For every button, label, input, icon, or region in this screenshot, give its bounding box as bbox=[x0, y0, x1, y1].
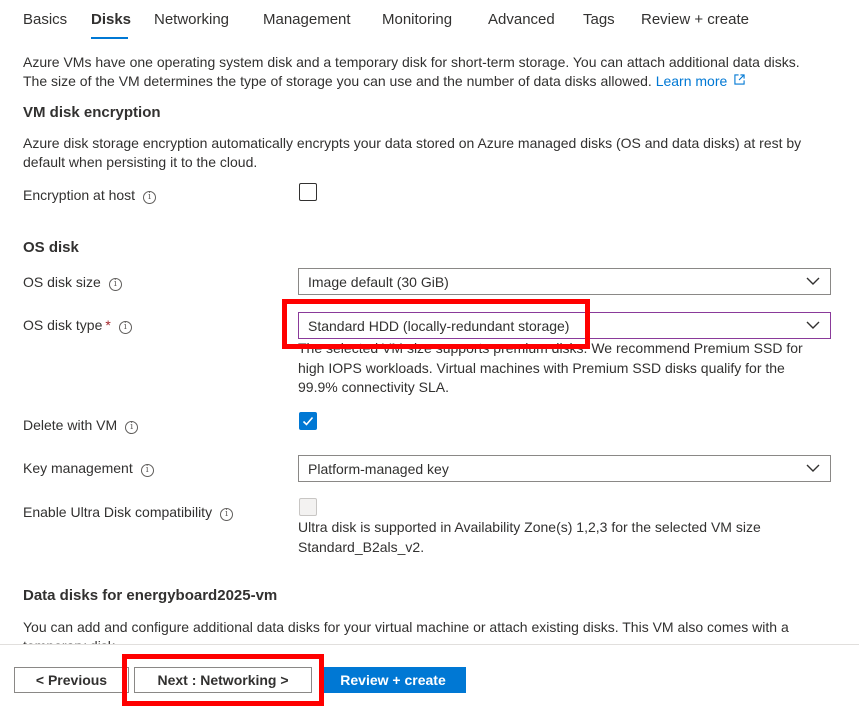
os-disk-size-dropdown[interactable]: Image default (30 GiB) bbox=[298, 268, 831, 295]
tab-advanced[interactable]: Advanced bbox=[488, 11, 555, 28]
data-disks-description-clip: You can add and configure additional dat… bbox=[23, 618, 833, 644]
tab-review-create[interactable]: Review + create bbox=[641, 11, 749, 28]
previous-button[interactable]: < Previous bbox=[14, 667, 129, 693]
os-disk-size-value: Image default (30 GiB) bbox=[308, 274, 449, 290]
delete-with-vm-checkbox[interactable] bbox=[299, 412, 317, 430]
learn-more-label: Learn more bbox=[655, 73, 728, 89]
intro-paragraph: Azure VMs have one operating system disk… bbox=[23, 53, 823, 91]
footer-divider bbox=[0, 644, 859, 645]
ultra-disk-helper: Ultra disk is supported in Availability … bbox=[298, 519, 761, 555]
os-disk-type-label: OS disk type * i bbox=[23, 317, 132, 334]
encryption-host-label: Encryption at host i bbox=[23, 187, 157, 204]
encryption-heading: VM disk encryption bbox=[23, 104, 161, 121]
key-management-dropdown[interactable]: Platform-managed key bbox=[298, 455, 831, 482]
required-marker: * bbox=[105, 317, 111, 333]
os-disk-type-helper: The selected VM size supports premium di… bbox=[298, 340, 803, 395]
next-networking-button[interactable]: Next : Networking > bbox=[134, 667, 312, 693]
encryption-host-text: Encryption at host bbox=[23, 187, 136, 203]
chevron-down-icon bbox=[806, 277, 820, 285]
info-icon[interactable]: i bbox=[220, 508, 234, 521]
ultra-disk-checkbox[interactable] bbox=[299, 498, 317, 516]
os-disk-heading: OS disk bbox=[23, 239, 79, 256]
os-disk-type-value: Standard HDD (locally-redundant storage) bbox=[308, 318, 570, 334]
info-icon[interactable]: i bbox=[118, 321, 132, 334]
active-tab-indicator bbox=[91, 37, 128, 39]
encryption-description: Azure disk storage encryption automatica… bbox=[23, 135, 802, 170]
external-link-icon bbox=[734, 74, 745, 85]
tab-disks[interactable]: Disks bbox=[91, 11, 131, 28]
chevron-down-icon bbox=[806, 321, 820, 329]
tab-management[interactable]: Management bbox=[263, 11, 351, 28]
tab-basics[interactable]: Basics bbox=[23, 11, 67, 28]
ultra-disk-text: Enable Ultra Disk compatibility bbox=[23, 504, 213, 520]
data-disks-heading: Data disks for energyboard2025-vm bbox=[23, 587, 278, 604]
info-icon[interactable]: i bbox=[143, 191, 157, 204]
delete-with-vm-text: Delete with VM bbox=[23, 417, 118, 433]
os-disk-type-text: OS disk type bbox=[23, 317, 103, 333]
os-disk-size-label: OS disk size i bbox=[23, 274, 122, 291]
checkmark-icon bbox=[302, 416, 314, 426]
tab-bar: Basics Disks Networking Management Monit… bbox=[0, 0, 859, 42]
tab-networking[interactable]: Networking bbox=[154, 11, 229, 28]
encryption-at-host-checkbox[interactable] bbox=[299, 183, 317, 201]
review-create-button[interactable]: Review + create bbox=[320, 667, 466, 693]
key-management-label: Key management i bbox=[23, 460, 154, 477]
ultra-disk-label: Enable Ultra Disk compatibility i bbox=[23, 504, 234, 521]
info-icon[interactable]: i bbox=[140, 464, 154, 477]
data-disks-description: You can add and configure additional dat… bbox=[23, 619, 789, 644]
key-management-text: Key management bbox=[23, 460, 133, 476]
learn-more-link[interactable]: Learn more bbox=[656, 73, 745, 89]
os-disk-size-text: OS disk size bbox=[23, 274, 101, 290]
delete-with-vm-label: Delete with VM i bbox=[23, 417, 139, 434]
chevron-down-icon bbox=[806, 464, 820, 472]
tab-tags[interactable]: Tags bbox=[583, 11, 615, 28]
os-disk-type-dropdown[interactable]: Standard HDD (locally-redundant storage) bbox=[298, 312, 831, 339]
key-management-value: Platform-managed key bbox=[308, 461, 449, 477]
info-icon[interactable]: i bbox=[125, 421, 139, 434]
tab-monitoring[interactable]: Monitoring bbox=[382, 11, 452, 28]
info-icon[interactable]: i bbox=[108, 278, 122, 291]
